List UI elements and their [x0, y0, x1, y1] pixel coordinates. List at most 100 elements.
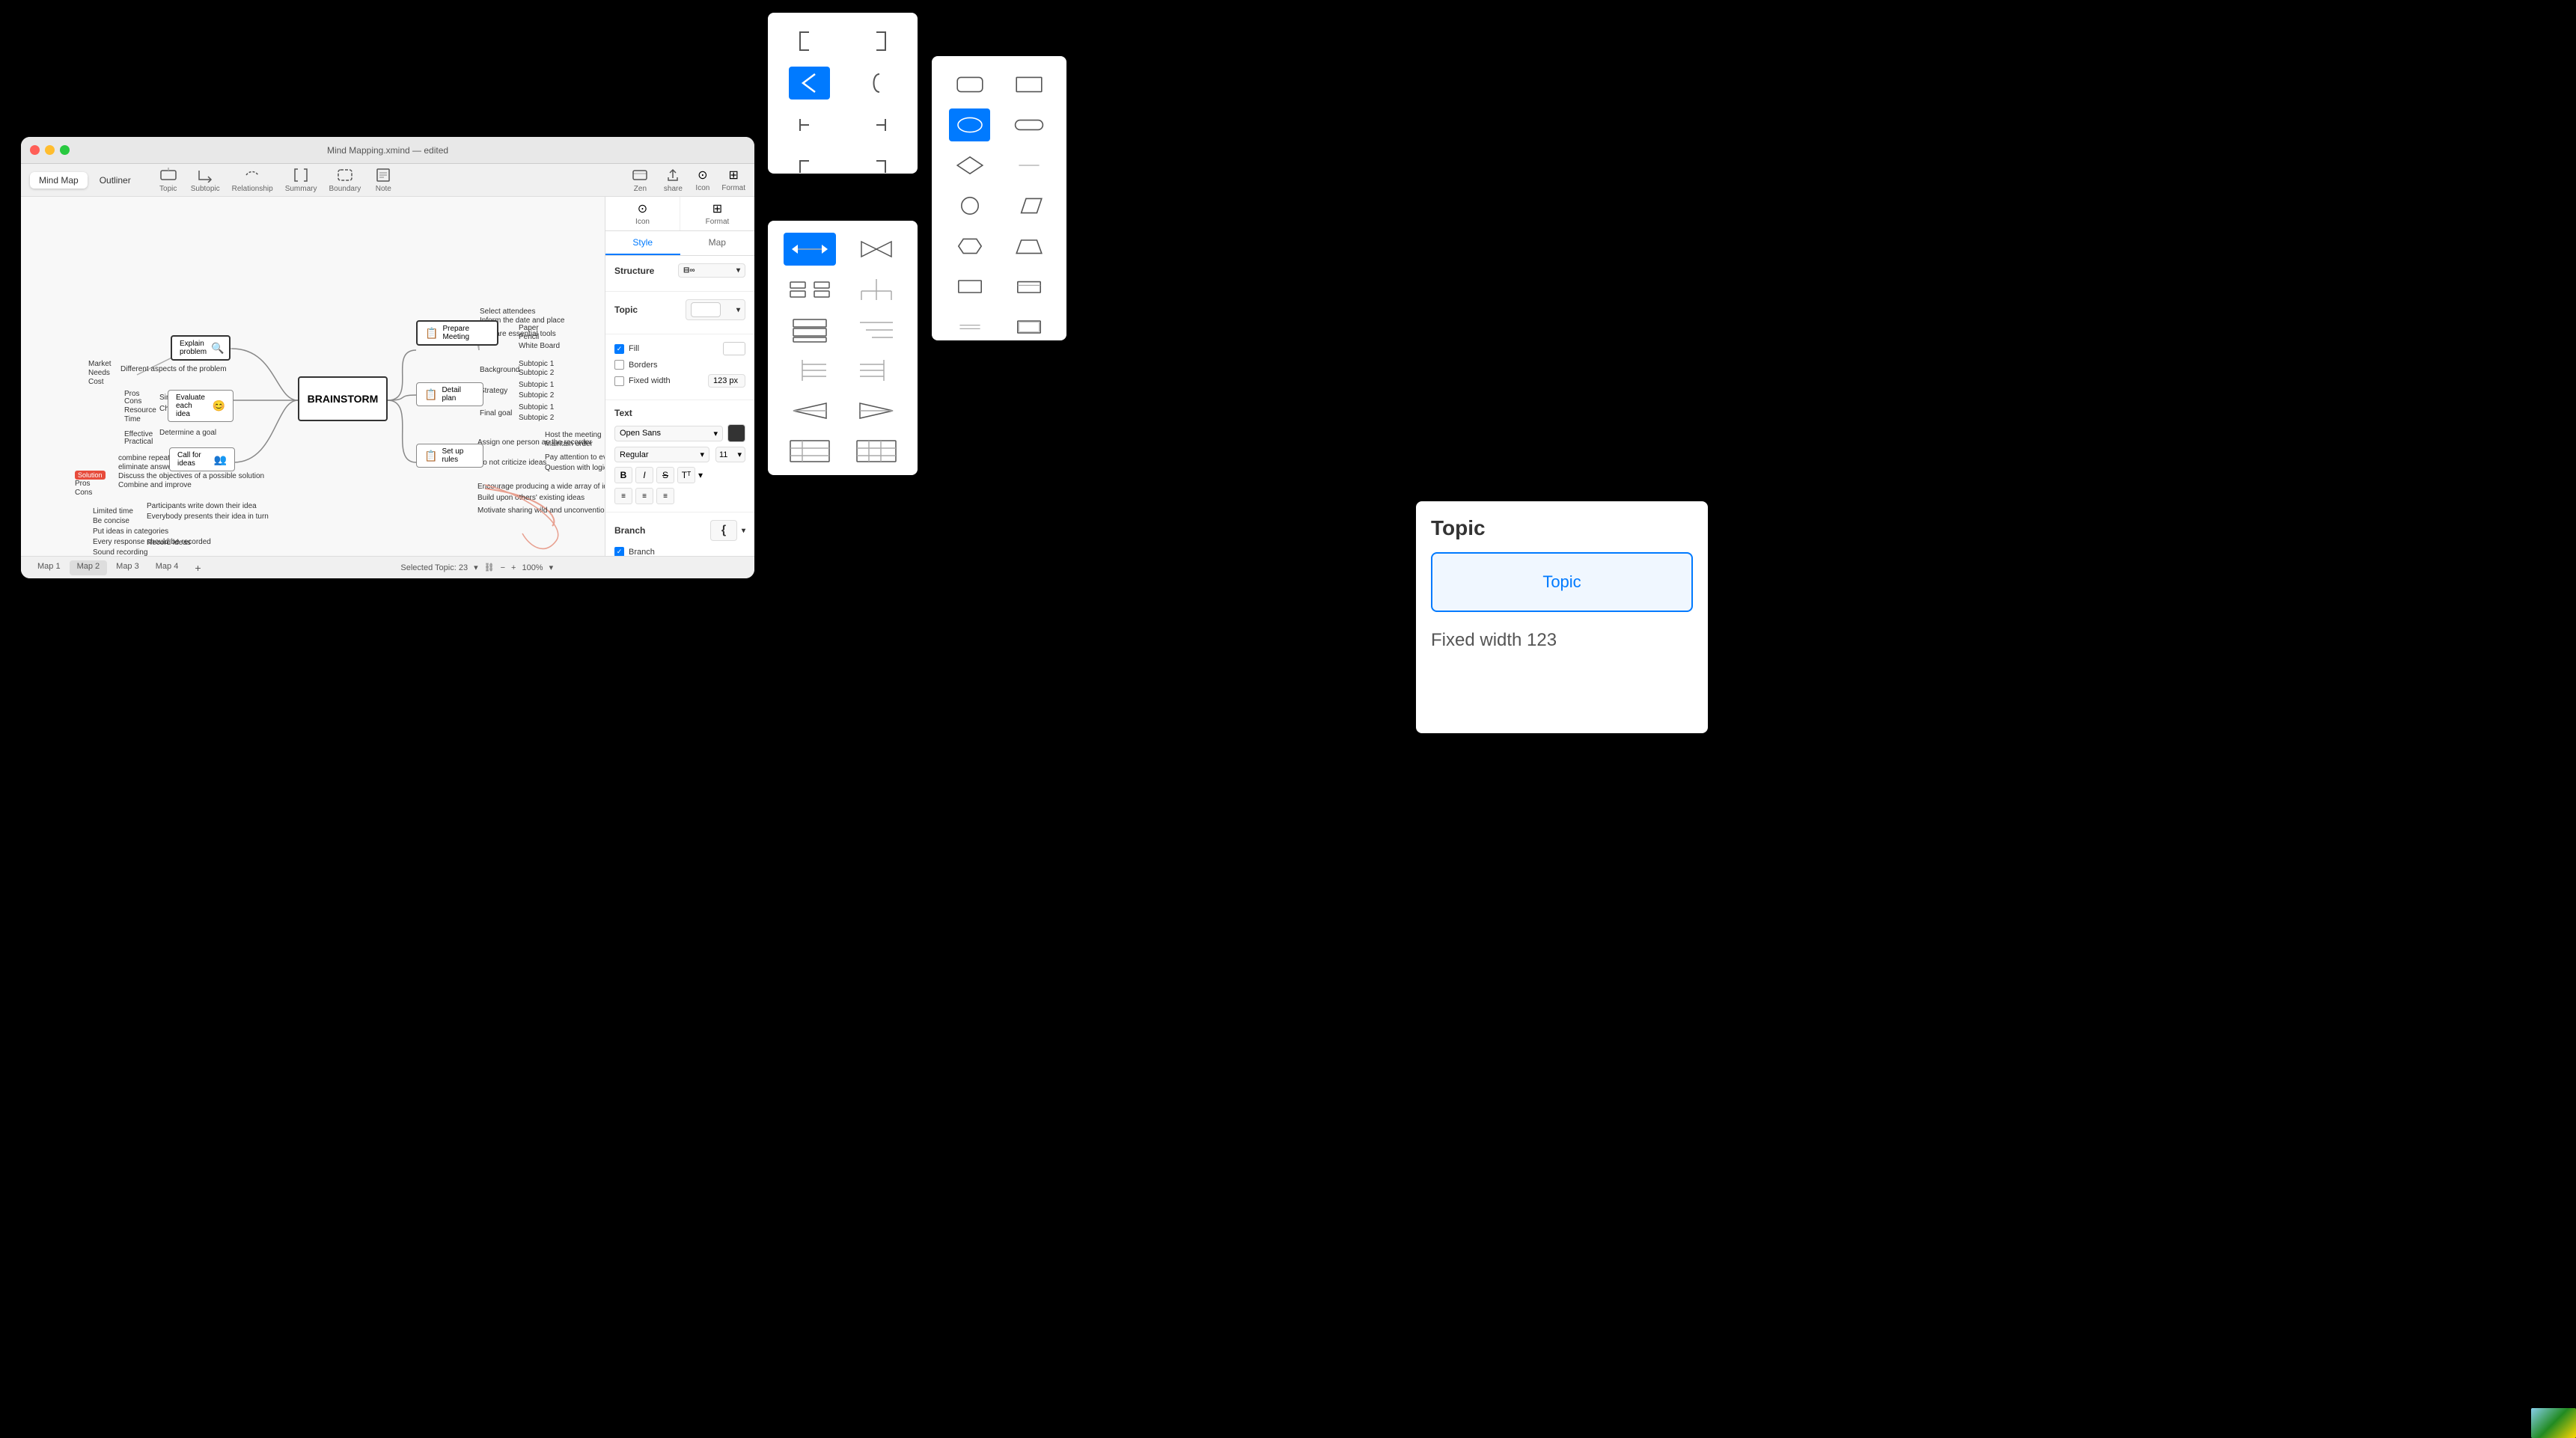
tab-map2[interactable]: Map 2	[70, 560, 108, 575]
chevron-down-icon: ▾	[736, 266, 740, 275]
tab-outliner[interactable]: Outliner	[91, 172, 140, 189]
tool-share[interactable]: share	[662, 167, 683, 193]
node-evaluate[interactable]: Evaluate each idea 😊	[168, 390, 234, 422]
fill-color-swatch[interactable]	[723, 342, 745, 355]
shape-wide-rect[interactable]	[1008, 108, 1049, 141]
prepare-icon: 📋	[425, 327, 438, 340]
shape-bracket-corner2[interactable]	[856, 150, 897, 183]
tool-boundary[interactable]: Boundary	[329, 167, 361, 193]
branch-top-connected[interactable]	[850, 273, 903, 306]
shape-bracket-rc[interactable]	[856, 25, 897, 58]
branch-split-lr[interactable]	[784, 273, 836, 306]
close-button[interactable]	[30, 145, 40, 155]
branch-table-single[interactable]	[784, 435, 836, 468]
shape-plain-rect[interactable]	[949, 270, 990, 303]
shape-parallelogram[interactable]	[1008, 189, 1049, 222]
tool-relationship[interactable]: Relationship	[232, 167, 273, 193]
small-node-record: Record ideas	[147, 539, 191, 547]
node-explain[interactable]: Explain problem 🔍	[171, 335, 231, 361]
branch-tree-right[interactable]	[850, 354, 903, 387]
traffic-lights	[30, 145, 70, 155]
shape-double-line[interactable]	[949, 310, 990, 343]
tool-subtopic[interactable]: Subtopic	[191, 167, 220, 193]
fill-checkbox[interactable]: ✓	[614, 344, 624, 354]
align-center-button[interactable]: ≡	[635, 488, 653, 504]
small-node-pros2: Pros	[75, 480, 91, 488]
shape-bracket-la[interactable]	[789, 67, 830, 100]
small-node-cost: Cost	[88, 378, 104, 386]
format-tab-text: Format	[706, 218, 730, 226]
callideas-icon: 👥	[214, 453, 227, 466]
fixed-width-checkbox[interactable]	[614, 376, 624, 386]
shape-bracket-fork1[interactable]	[789, 108, 830, 141]
size-select[interactable]: 11 ▾	[715, 447, 745, 462]
border-checkbox[interactable]: ✓	[614, 547, 624, 556]
shape-rounded-rect[interactable]	[949, 68, 990, 101]
transform-button[interactable]: Tᵀ	[677, 467, 695, 483]
structure-select[interactable]: ⊟∞ ▾	[678, 263, 745, 278]
icon-tab[interactable]: ⊙ Icon	[695, 168, 709, 192]
minimize-button[interactable]	[45, 145, 55, 155]
tool-zen[interactable]: Zen	[629, 167, 650, 193]
text-color-swatch[interactable]	[727, 424, 745, 442]
node-setup[interactable]: 📋 Set up rules	[416, 444, 483, 468]
node-prepare[interactable]: 📋 Prepare Meeting	[416, 320, 498, 346]
branch-table-double[interactable]	[850, 435, 903, 468]
align-right-button[interactable]: ≡	[656, 488, 674, 504]
branch-top-stacked[interactable]	[784, 313, 836, 346]
canvas-area[interactable]: BRAINSTORM 📋 Prepare Meeting 📋 Detail pl…	[21, 197, 605, 556]
shape-oval[interactable]	[949, 108, 990, 141]
shape-dash[interactable]	[1008, 149, 1049, 182]
shape-bracket-curve1[interactable]	[856, 67, 897, 100]
borders-checkbox[interactable]	[614, 360, 624, 370]
shape-trapezoid[interactable]	[1008, 230, 1049, 263]
map-tab[interactable]: Map	[680, 231, 755, 255]
zoom-minus[interactable]: −	[501, 563, 505, 572]
strikethrough-button[interactable]: S	[656, 467, 674, 483]
italic-button[interactable]: I	[635, 467, 653, 483]
shape-bracket-corner1[interactable]	[789, 150, 830, 183]
bottom-center: Selected Topic: 23 ▾ ⛓ − + 100% ▾	[209, 563, 746, 572]
shape-hexagon[interactable]	[949, 230, 990, 263]
add-map-button[interactable]: +	[187, 560, 208, 575]
link-icon: ⛓	[484, 563, 495, 572]
branch-left-arrows[interactable]	[784, 394, 836, 427]
shape-sharp-rect[interactable]	[1008, 68, 1049, 101]
tab-map3[interactable]: Map 3	[109, 560, 147, 575]
shape-rect-corner[interactable]	[1008, 310, 1049, 343]
topic-select[interactable]: ▾	[686, 299, 745, 320]
shape-bracket-fork2[interactable]	[856, 108, 897, 141]
branch-right-arrows[interactable]	[850, 394, 903, 427]
weight-select[interactable]: Regular ▾	[614, 447, 709, 462]
branch-icon-box[interactable]: {	[710, 520, 737, 541]
node-detail[interactable]: 📋 Detail plan	[416, 382, 483, 406]
rn-sub2c: Subtopic 2	[519, 414, 554, 422]
align-left-button[interactable]: ≡	[614, 488, 632, 504]
shape-bracket-lt[interactable]	[789, 25, 830, 58]
node-callideas[interactable]: Call for ideas 👥	[169, 447, 235, 471]
icon-tab-btn[interactable]: ⊙ Icon	[605, 197, 680, 230]
branch-bowtie[interactable]	[850, 233, 903, 266]
branch-double-arrow[interactable]	[784, 233, 836, 266]
shape-circle[interactable]	[949, 189, 990, 222]
fixed-width-input[interactable]	[708, 374, 745, 388]
bold-button[interactable]: B	[614, 467, 632, 483]
tool-summary[interactable]: Summary	[285, 167, 317, 193]
maximize-button[interactable]	[60, 145, 70, 155]
format-tab-btn[interactable]: ⊞ Format	[680, 197, 754, 230]
tool-note[interactable]: Note	[373, 167, 394, 193]
format-tab[interactable]: ⊞ Format	[721, 168, 745, 192]
branch-panel	[768, 221, 918, 475]
tool-topic[interactable]: Topic	[158, 167, 179, 193]
branch-indent[interactable]	[850, 313, 903, 346]
tab-map1[interactable]: Map 1	[30, 560, 68, 575]
mindmap-center[interactable]: BRAINSTORM	[298, 376, 388, 421]
shape-diamond[interactable]	[949, 149, 990, 182]
toolbar-right: Zen share ⊙ Icon ⊞ Format	[629, 167, 745, 193]
tab-mindmap[interactable]: Mind Map	[30, 172, 88, 189]
tab-map4[interactable]: Map 4	[148, 560, 186, 575]
shape-rect-tab[interactable]	[1008, 270, 1049, 303]
style-tab[interactable]: Style	[605, 231, 680, 255]
font-select[interactable]: Open Sans ▾	[614, 426, 723, 441]
branch-tree-left[interactable]	[784, 354, 836, 387]
